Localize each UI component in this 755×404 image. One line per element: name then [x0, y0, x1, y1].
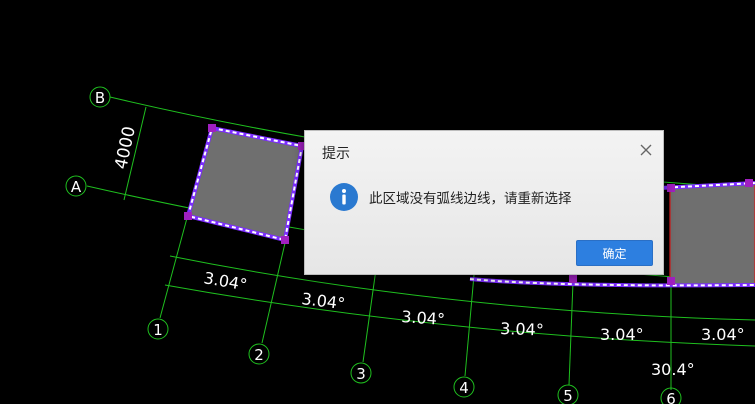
info-icon: [330, 183, 358, 211]
angle-label-2: 3.04°: [301, 289, 347, 313]
angle-label-4: 3.04°: [500, 319, 544, 340]
grip-handle[interactable]: [667, 277, 675, 285]
grid-number-3: 3: [356, 365, 366, 383]
dialog-message: 此区域没有弧线边线，请重新选择: [369, 191, 572, 207]
dimension-arc-outer: [164, 284, 755, 347]
close-icon[interactable]: [639, 143, 653, 157]
grid-number-5: 5: [563, 387, 573, 404]
grip-handle[interactable]: [184, 212, 192, 220]
selected-slab-left[interactable]: [184, 124, 306, 244]
axis-b-label: B: [95, 89, 105, 107]
grid-line-1: [159, 217, 188, 319]
grid-line-2: [261, 242, 286, 344]
total-angle-label: 30.4°: [651, 360, 695, 379]
grid-number-1: 1: [153, 321, 163, 339]
angle-label-1: 3.04°: [202, 268, 248, 294]
ok-button[interactable]: 确定: [576, 240, 653, 266]
grid-number-6: 6: [666, 390, 676, 404]
axis-a-label: A: [71, 178, 82, 196]
grid-number-4: 4: [459, 379, 469, 397]
grip-handle[interactable]: [281, 236, 289, 244]
dialog-title: 提示: [322, 146, 350, 162]
angle-label-6: 3.04°: [701, 325, 745, 344]
grid-line-5: [568, 281, 574, 386]
grid-number-2: 2: [254, 346, 264, 364]
grip-handle[interactable]: [208, 124, 216, 132]
grip-handle[interactable]: [745, 179, 753, 187]
angle-label-3: 3.04°: [401, 307, 446, 329]
grid-line-3: [362, 261, 378, 363]
angle-label-5: 3.04°: [600, 325, 644, 344]
width-dimension-text: 4000: [111, 125, 140, 171]
grid-line-4: [464, 274, 475, 377]
grip-handle[interactable]: [569, 275, 577, 283]
grip-handle[interactable]: [667, 184, 675, 192]
alert-dialog: 提示 此区域没有弧线边线，请重新选择 确定: [304, 130, 664, 275]
